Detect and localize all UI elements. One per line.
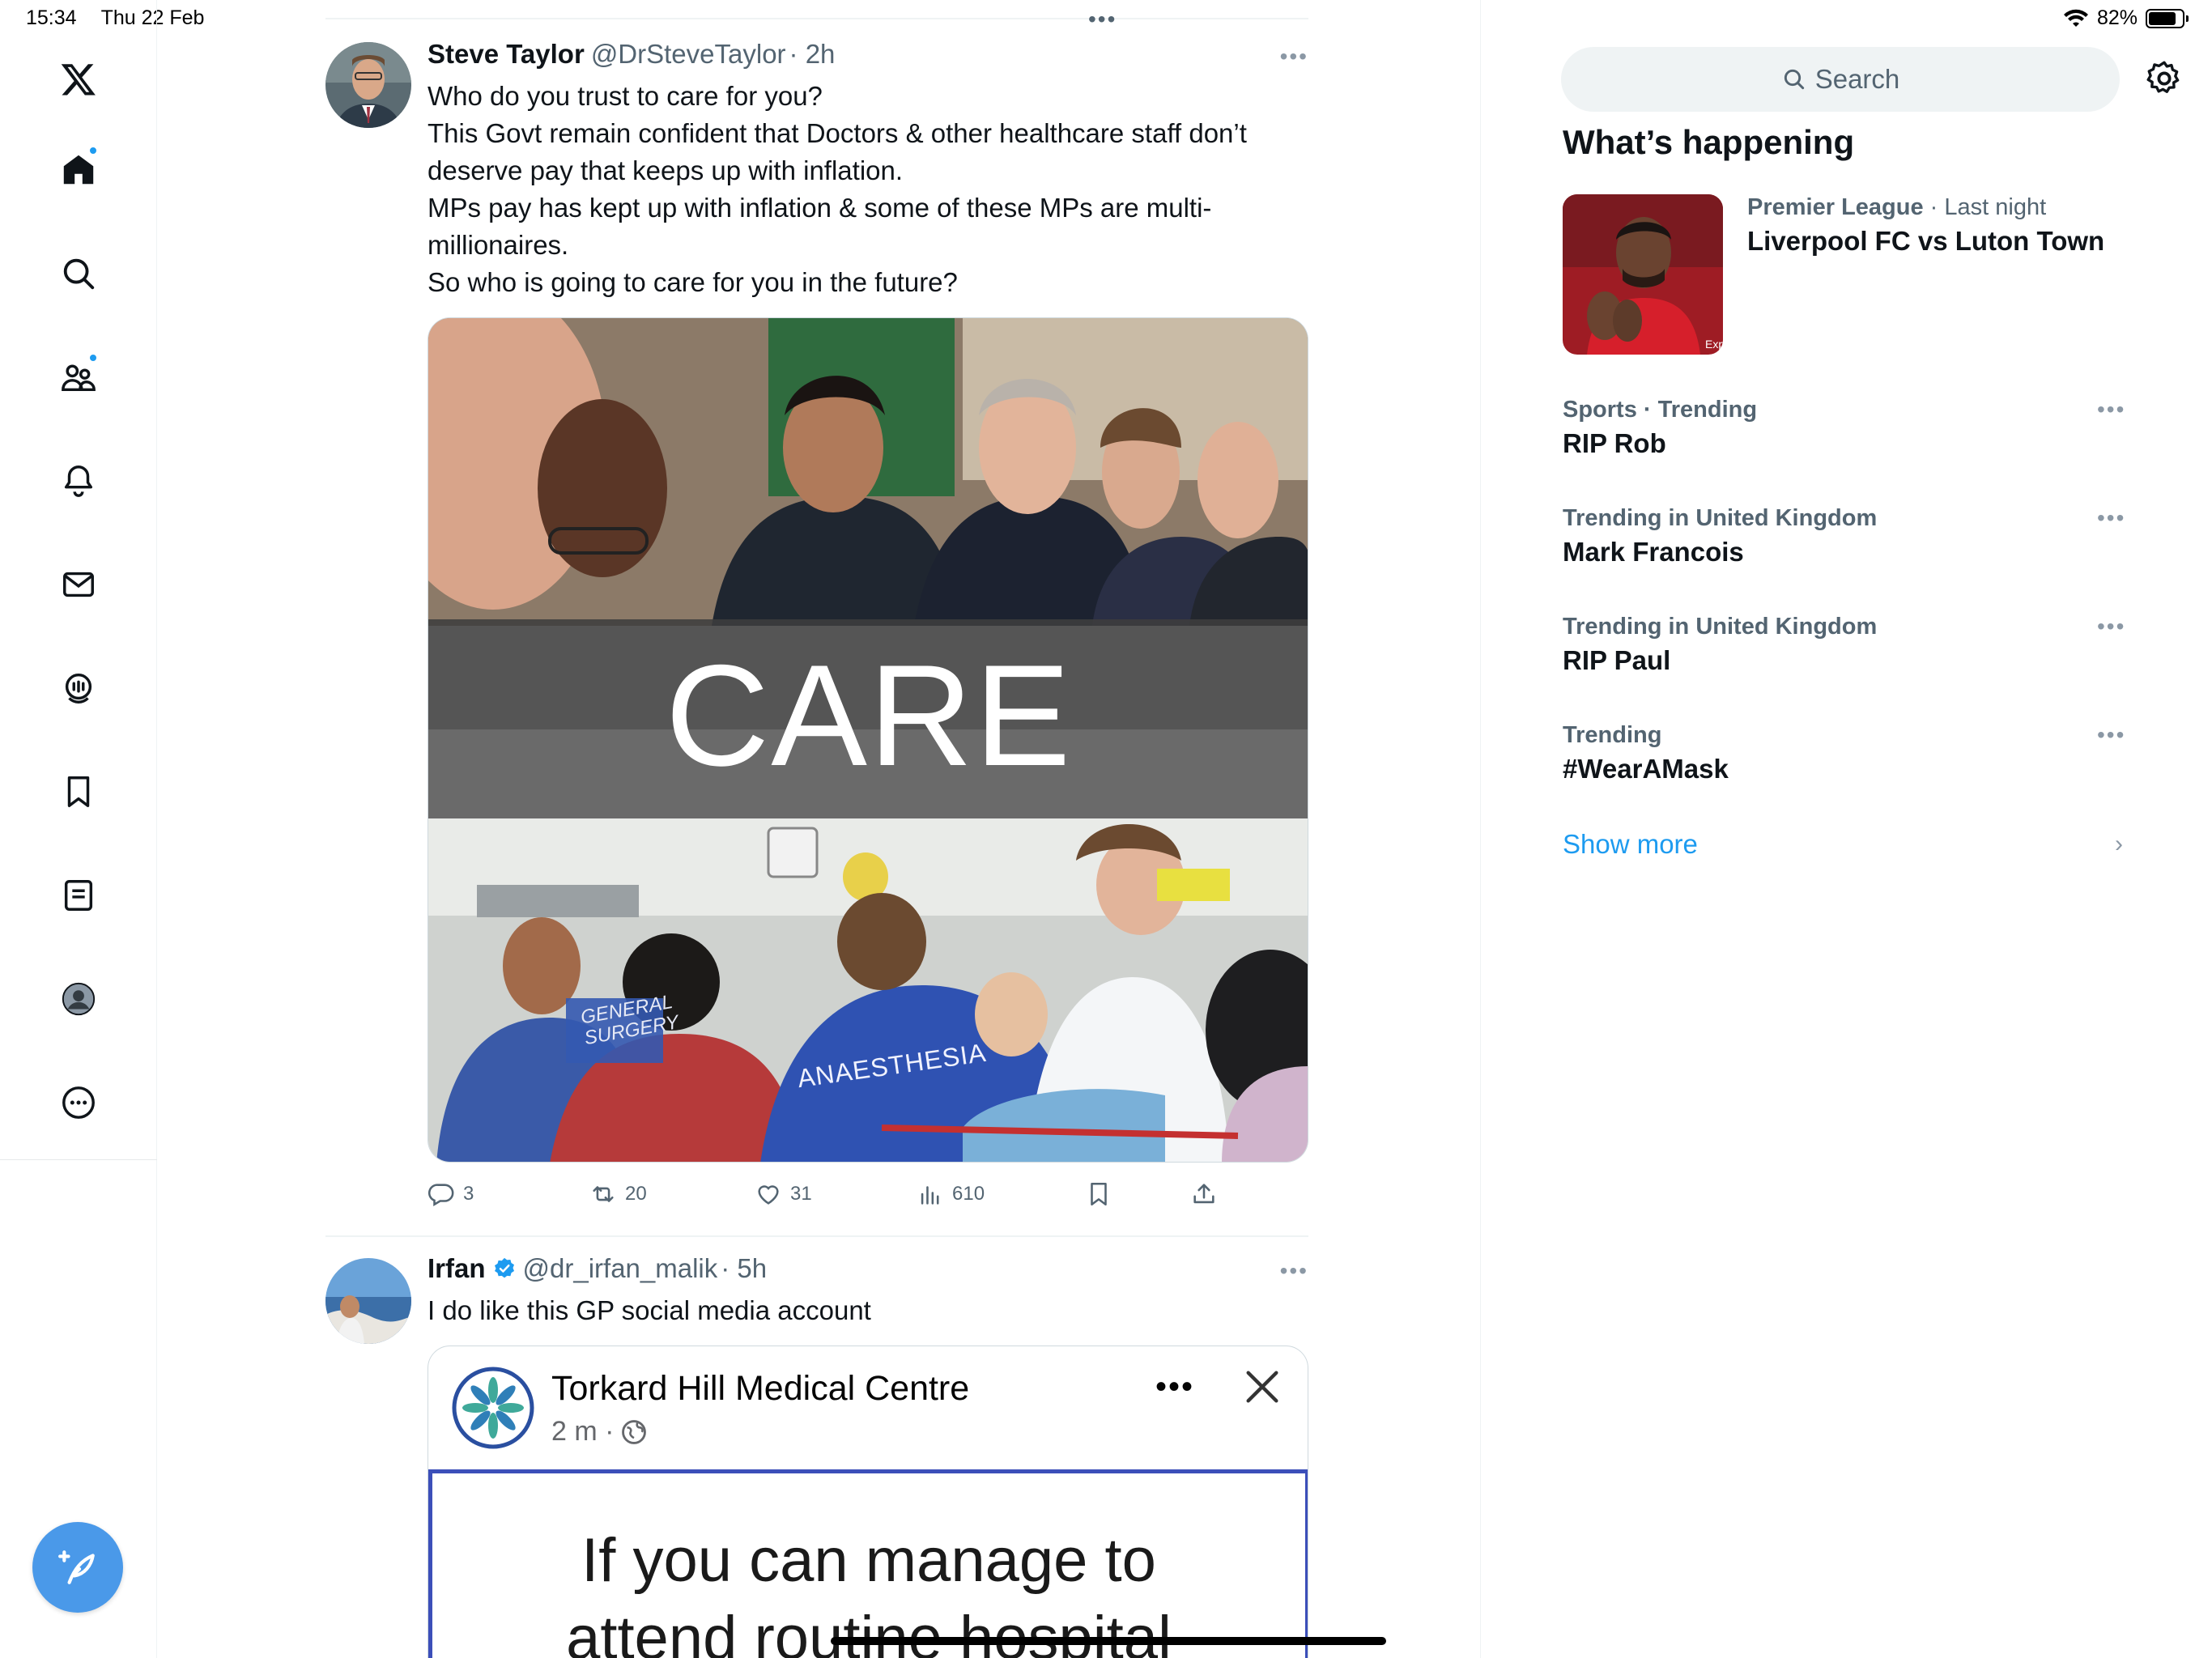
nav-divider <box>0 1159 157 1160</box>
trend-more-icon[interactable]: ••• <box>2097 614 2125 640</box>
profile-avatar-icon[interactable] <box>54 975 103 1023</box>
reply-icon <box>428 1184 454 1207</box>
post-age: 2 m · <box>551 1416 615 1447</box>
repost-count: 20 <box>625 1183 647 1205</box>
tweet-text: I do like this GP social media account <box>428 1295 871 1325</box>
top-divider <box>325 18 1308 19</box>
more-dots-icon[interactable]: ••• <box>1280 1258 1308 1284</box>
left-navigation <box>0 0 157 1658</box>
like-count: 31 <box>790 1183 812 1205</box>
lists-icon[interactable] <box>54 871 103 920</box>
page-name: Torkard Hill Medical Centre <box>551 1369 970 1408</box>
tweet-divider <box>325 1235 1308 1237</box>
tweet-text-line: millionaires. <box>428 230 569 260</box>
author-handle[interactable]: @DrSteveTaylor <box>591 39 786 70</box>
trend-item[interactable]: Trending in United Kingdom RIP Paul <box>1563 614 2129 676</box>
reply-count: 3 <box>463 1183 474 1205</box>
post-time[interactable]: · 5h <box>721 1253 767 1284</box>
heart-icon <box>758 1185 779 1205</box>
bookmark-icon <box>1091 1182 1107 1206</box>
tweet-text: Who do you trust to care for you? This G… <box>428 78 1310 301</box>
search-icon[interactable] <box>54 249 103 298</box>
views-button[interactable]: 610 <box>917 1180 985 1208</box>
medical-centre-logo-icon <box>452 1367 534 1449</box>
timeline: ••• Steve Taylor @DrSteveTaylor · 2h •••… <box>325 0 1308 1658</box>
more-options-icon[interactable] <box>54 1078 103 1127</box>
featured-trend-thumbnail[interactable]: Expe <box>1563 194 1723 355</box>
share-button[interactable] <box>1190 1180 1218 1208</box>
messages-envelope-icon[interactable] <box>54 560 103 609</box>
tweet-text-line: Who do you trust to care for you? <box>428 81 823 111</box>
trend-time: · Last night <box>1929 194 2047 220</box>
trend-item[interactable]: Trending #WearAMask <box>1563 722 2129 784</box>
trend-more-icon[interactable]: ••• <box>2097 722 2125 748</box>
tweet-text-line: So who is going to care for you in the f… <box>428 267 958 297</box>
view-count: 610 <box>952 1183 985 1205</box>
reply-button[interactable]: 3 <box>428 1180 474 1208</box>
post-meta: 2 m · <box>551 1416 648 1448</box>
chevron-right-icon: › <box>2115 831 2123 857</box>
tweet-text-line: This Govt remain confident that Doctors … <box>428 118 1247 148</box>
embedded-facebook-post[interactable]: Torkard Hill Medical Centre 2 m · ••• If… <box>428 1346 1308 1658</box>
repost-button[interactable]: 20 <box>589 1180 647 1208</box>
trend-title: Mark Francois <box>1563 537 1744 567</box>
search-input[interactable]: Search <box>1561 47 2120 112</box>
communities-notification-dot <box>88 353 98 363</box>
more-dots-icon[interactable]: ••• <box>1280 44 1308 70</box>
verified-badge-icon <box>494 1257 514 1278</box>
post-time[interactable]: · 2h <box>789 39 836 70</box>
repost-icon <box>593 1186 614 1202</box>
fb-post-text-line: If you can manage to <box>581 1526 1156 1595</box>
multitasking-handle-icon[interactable]: ••• <box>1088 8 1117 31</box>
tweet-image[interactable]: CARE GENERAL SURGERY ANAESTHESIA <box>428 317 1308 1163</box>
fb-more-dots-icon: ••• <box>1155 1369 1194 1405</box>
trend-meta: Trending <box>1563 722 1662 748</box>
trend-more-icon[interactable]: ••• <box>2097 505 2125 531</box>
globe-icon <box>622 1419 647 1444</box>
fb-post-text-line: attend routine hospital <box>566 1604 1172 1658</box>
trend-item[interactable]: Trending in United Kingdom Mark Francois <box>1563 505 2129 568</box>
trend-title: #WearAMask <box>1563 754 1729 784</box>
featured-trend[interactable]: Premier League · Last night Liverpool FC… <box>1747 194 2168 257</box>
trend-title: RIP Paul <box>1563 645 1671 675</box>
like-button[interactable]: 31 <box>755 1180 812 1208</box>
image-caption: CARE <box>665 635 1073 796</box>
author-name[interactable]: Irfan <box>428 1253 486 1284</box>
home-notification-dot <box>88 146 98 155</box>
trend-meta: Sports · Trending <box>1563 397 1758 423</box>
close-icon <box>1246 1371 1278 1403</box>
spaces-icon[interactable] <box>54 664 103 712</box>
avatar[interactable] <box>325 42 411 128</box>
trend-title: RIP Rob <box>1563 428 1666 458</box>
notifications-bell-icon[interactable] <box>54 457 103 505</box>
share-icon <box>1193 1184 1214 1204</box>
bookmark-button[interactable] <box>1085 1180 1112 1208</box>
home-icon[interactable] <box>54 146 103 194</box>
author-name[interactable]: Steve Taylor <box>428 39 585 70</box>
trend-meta: Trending in United Kingdom <box>1563 614 1878 640</box>
section-title: What’s happening <box>1563 123 1855 161</box>
compose-post-button[interactable] <box>32 1522 123 1613</box>
tweet-text-line: MPs pay has kept up with inflation & som… <box>428 193 1212 223</box>
feather-plus-icon <box>58 1550 95 1584</box>
trend-category: Premier League <box>1747 194 1924 220</box>
trend-item[interactable]: Sports · Trending RIP Rob <box>1563 397 2129 459</box>
home-indicator[interactable] <box>831 1637 1386 1645</box>
show-more-link[interactable]: Show more <box>1563 829 1698 860</box>
search-icon <box>1784 69 1804 90</box>
avatar[interactable] <box>325 1258 411 1344</box>
author-handle[interactable]: @dr_irfan_malik <box>523 1253 718 1284</box>
settings-gear-icon[interactable] <box>2144 58 2184 99</box>
trend-more-icon[interactable]: ••• <box>2097 397 2125 423</box>
search-placeholder: Search <box>1814 64 1900 94</box>
trend-meta: Trending in United Kingdom <box>1563 505 1878 531</box>
communities-icon[interactable] <box>54 353 103 402</box>
trend-title: Liverpool FC vs Luton Town <box>1747 226 2105 256</box>
views-bar-chart-icon <box>921 1186 939 1205</box>
featured-trend-meta: Premier League · Last night <box>1747 194 2168 221</box>
tweet-text-line: deserve pay that keeps up with inflation… <box>428 155 904 185</box>
x-logo-icon[interactable] <box>54 55 103 104</box>
fb-post-image: If you can manage to attend routine hosp… <box>428 1469 1308 1658</box>
bookmarks-icon[interactable] <box>54 767 103 816</box>
